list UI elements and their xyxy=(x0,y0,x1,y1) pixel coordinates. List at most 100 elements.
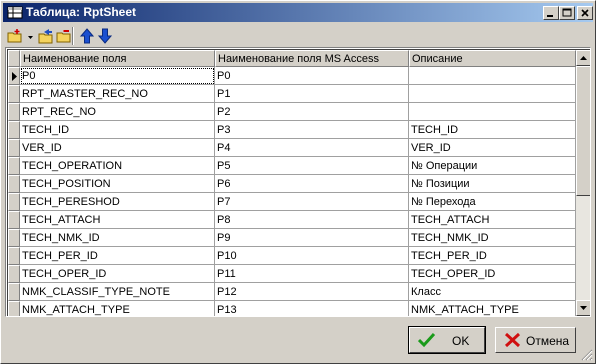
table-row[interactable]: TECH_POSITION P6 № Позиции xyxy=(8,175,576,193)
description-cell[interactable]: TECH_ID xyxy=(409,121,576,139)
maximize-button[interactable] xyxy=(559,6,575,20)
field-name-cell[interactable]: NMK_ATTACH_TYPE xyxy=(20,301,215,316)
table-row[interactable]: RPT_MASTER_REC_NO P1 xyxy=(8,85,576,103)
field-name-cell[interactable]: TECH_ID xyxy=(20,121,215,139)
fields-grid[interactable]: Наименование поля Наименование поля MS A… xyxy=(5,47,591,317)
field-name-cell[interactable]: RPT_REC_NO xyxy=(20,103,215,121)
description-cell[interactable]: Класс xyxy=(409,283,576,301)
move-up-button[interactable] xyxy=(77,26,97,46)
table-row[interactable]: TECH_PERESHOD P7 № Перехода xyxy=(8,193,576,211)
table-icon xyxy=(7,6,23,19)
dropdown-arrow-icon xyxy=(28,36,33,39)
access-name-cell[interactable]: P8 xyxy=(215,211,409,229)
access-name-cell[interactable]: P12 xyxy=(215,283,409,301)
table-row[interactable]: TECH_ATTACH P8 TECH_ATTACH xyxy=(8,211,576,229)
scroll-up-arrow-icon xyxy=(580,56,587,60)
delete-field-button[interactable] xyxy=(54,26,74,46)
row-indicator[interactable] xyxy=(8,139,20,157)
field-name-cell[interactable]: TECH_OPERATION xyxy=(20,157,215,175)
field-name-cell[interactable]: VER_ID xyxy=(20,139,215,157)
ok-button[interactable]: OK xyxy=(408,326,486,354)
minimize-button[interactable] xyxy=(543,6,559,20)
field-name-cell[interactable]: TECH_PERESHOD xyxy=(20,193,215,211)
access-name-cell[interactable]: P1 xyxy=(215,85,409,103)
field-name-cell[interactable]: TECH_PER_ID xyxy=(20,247,215,265)
add-field-button[interactable] xyxy=(5,26,25,46)
table-row[interactable]: TECH_PER_ID P10 TECH_PER_ID xyxy=(8,247,576,265)
row-indicator[interactable] xyxy=(8,175,20,193)
row-indicator[interactable] xyxy=(8,85,20,103)
description-cell[interactable] xyxy=(409,85,576,103)
add-field-dropdown[interactable] xyxy=(25,26,35,46)
row-indicator[interactable] xyxy=(8,247,20,265)
column-header-field-name[interactable]: Наименование поля xyxy=(20,50,215,67)
table-row[interactable]: TECH_ID P3 TECH_ID xyxy=(8,121,576,139)
field-name-cell[interactable]: P0 xyxy=(20,67,215,85)
access-name-cell[interactable]: P9 xyxy=(215,229,409,247)
row-indicator[interactable] xyxy=(8,301,20,316)
maximize-icon xyxy=(562,8,572,17)
table-row[interactable]: RPT_REC_NO P2 xyxy=(8,103,576,121)
access-name-cell[interactable]: P11 xyxy=(215,265,409,283)
minimize-icon xyxy=(547,15,553,17)
description-cell[interactable]: № Позиции xyxy=(409,175,576,193)
description-cell[interactable]: NMK_ATTACH_TYPE xyxy=(409,301,576,316)
row-indicator[interactable] xyxy=(8,229,20,247)
scroll-thumb[interactable] xyxy=(576,66,590,196)
row-indicator[interactable] xyxy=(8,121,20,139)
field-name-cell[interactable]: TECH_OPER_ID xyxy=(20,265,215,283)
copy-field-icon xyxy=(38,29,53,44)
scroll-down-button[interactable] xyxy=(576,300,590,316)
description-cell[interactable]: TECH_PER_ID xyxy=(409,247,576,265)
access-name-cell[interactable]: P6 xyxy=(215,175,409,193)
description-cell[interactable]: № Перехода xyxy=(409,193,576,211)
row-indicator[interactable] xyxy=(8,103,20,121)
row-indicator[interactable] xyxy=(8,265,20,283)
move-down-button[interactable] xyxy=(95,26,115,46)
field-name-cell[interactable]: TECH_POSITION xyxy=(20,175,215,193)
description-cell[interactable]: VER_ID xyxy=(409,139,576,157)
close-button[interactable] xyxy=(577,6,593,20)
description-cell[interactable] xyxy=(409,103,576,121)
row-indicator[interactable] xyxy=(8,211,20,229)
field-name-cell[interactable]: RPT_MASTER_REC_NO xyxy=(20,85,215,103)
scroll-up-button[interactable] xyxy=(576,50,590,66)
field-name-cell[interactable]: TECH_ATTACH xyxy=(20,211,215,229)
table-row[interactable]: TECH_OPER_ID P11 TECH_OPER_ID xyxy=(8,265,576,283)
ok-button-label: OK xyxy=(452,334,470,348)
row-indicator[interactable] xyxy=(8,193,20,211)
description-cell[interactable]: TECH_OPER_ID xyxy=(409,265,576,283)
resize-grip-icon[interactable] xyxy=(581,349,593,361)
table-row[interactable]: P0 P0 xyxy=(8,67,576,85)
access-name-cell[interactable]: P13 xyxy=(215,301,409,316)
table-row[interactable]: TECH_OPERATION P5 № Операции xyxy=(8,157,576,175)
column-header-description[interactable]: Описание xyxy=(409,50,576,67)
table-row[interactable]: NMK_CLASSIF_TYPE_NOTE P12 Класс xyxy=(8,283,576,301)
cancel-button[interactable]: Отмена xyxy=(495,327,576,353)
access-name-cell[interactable]: P5 xyxy=(215,157,409,175)
description-cell[interactable] xyxy=(409,67,576,85)
table-row[interactable]: TECH_NMK_ID P9 TECH_NMK_ID xyxy=(8,229,576,247)
access-name-cell[interactable]: P10 xyxy=(215,247,409,265)
access-name-cell[interactable]: P7 xyxy=(215,193,409,211)
description-cell[interactable]: TECH_NMK_ID xyxy=(409,229,576,247)
access-name-cell[interactable]: P2 xyxy=(215,103,409,121)
access-name-cell[interactable]: P4 xyxy=(215,139,409,157)
access-name-cell[interactable]: P0 xyxy=(215,67,409,85)
row-indicator[interactable] xyxy=(8,283,20,301)
table-row[interactable]: VER_ID P4 VER_ID xyxy=(8,139,576,157)
field-name-cell[interactable]: NMK_CLASSIF_TYPE_NOTE xyxy=(20,283,215,301)
row-indicator[interactable] xyxy=(8,67,20,85)
move-up-icon xyxy=(79,28,95,44)
column-header-access-name[interactable]: Наименование поля MS Access xyxy=(215,50,409,67)
field-name-cell[interactable]: TECH_NMK_ID xyxy=(20,229,215,247)
row-indicator[interactable] xyxy=(8,157,20,175)
title-bar[interactable]: Таблица: RptSheet xyxy=(3,3,593,22)
checkmark-icon xyxy=(418,332,436,348)
description-cell[interactable]: TECH_ATTACH xyxy=(409,211,576,229)
copy-field-button[interactable] xyxy=(36,26,56,46)
table-row[interactable]: NMK_ATTACH_TYPE P13 NMK_ATTACH_TYPE xyxy=(8,301,576,316)
access-name-cell[interactable]: P3 xyxy=(215,121,409,139)
description-cell[interactable]: № Операции xyxy=(409,157,576,175)
vertical-scrollbar[interactable] xyxy=(576,50,590,316)
